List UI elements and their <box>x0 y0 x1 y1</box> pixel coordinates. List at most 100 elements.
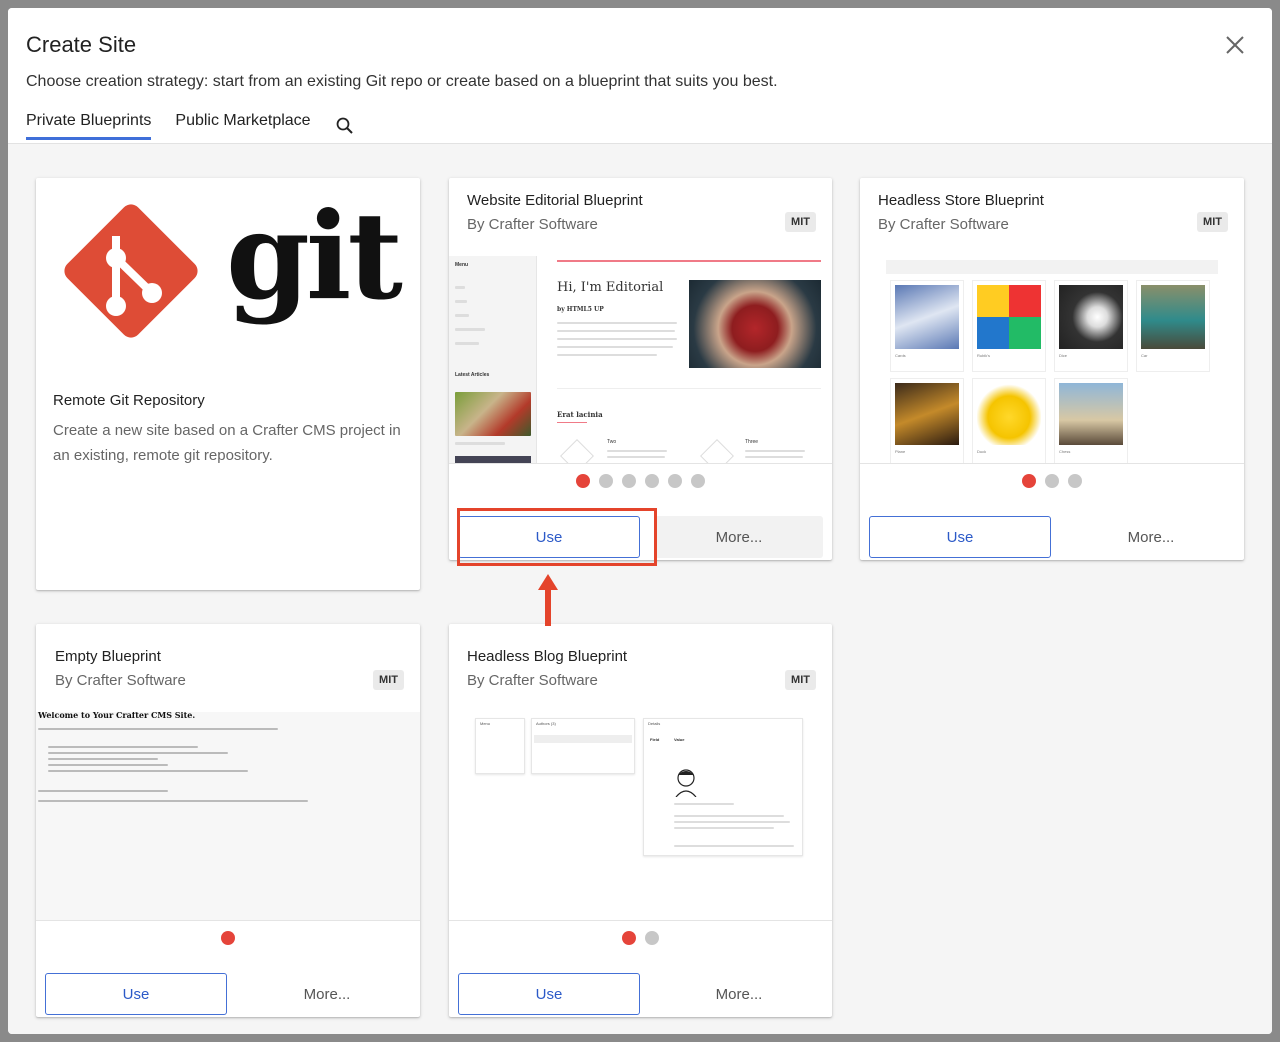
more-button[interactable]: More... <box>243 973 411 1015</box>
carousel-dots <box>860 474 1244 492</box>
preview-image: Menu Authors (3) Details Field Value <box>449 712 832 920</box>
carousel-dot[interactable] <box>645 474 659 488</box>
text-line <box>557 330 675 332</box>
preview-divider <box>557 388 821 389</box>
preview-panel-right: Details Field Value <box>643 718 803 856</box>
product-caption: Dice <box>1059 353 1068 358</box>
preview-toolbar <box>886 260 1218 274</box>
more-button[interactable]: More... <box>1067 516 1235 558</box>
car-image <box>1141 285 1205 349</box>
use-button[interactable]: Use <box>45 973 227 1015</box>
dice-image <box>1059 285 1123 349</box>
text-line <box>674 803 734 805</box>
preview-menu-label: Menu <box>455 262 469 268</box>
preview-panel-mid: Authors (3) <box>531 718 635 774</box>
product-caption: Chess <box>1059 449 1071 454</box>
carousel-dot[interactable] <box>1068 474 1082 488</box>
carousel-dots <box>449 931 832 949</box>
carousel-dot[interactable] <box>221 931 235 945</box>
preview-col-two: Two <box>607 439 617 445</box>
text-line <box>48 770 248 772</box>
carousel-dot[interactable] <box>599 474 613 488</box>
dialog-title: Create Site <box>26 32 137 57</box>
preview-top-rule <box>557 260 821 262</box>
more-button[interactable]: More... <box>655 973 823 1015</box>
carousel-dot[interactable] <box>1022 474 1036 488</box>
menu-line <box>455 314 469 317</box>
carousel-dot[interactable] <box>622 474 636 488</box>
text-line <box>674 827 774 829</box>
text-line <box>48 752 228 754</box>
card-description: Create a new site based on a Crafter CMS… <box>53 422 401 464</box>
carousel-dot[interactable] <box>576 474 590 488</box>
text-line <box>674 821 790 823</box>
dialog-header: Create Site Choose creation strategy: st… <box>8 8 1272 144</box>
carousel-dot[interactable] <box>622 931 636 945</box>
avatar-icon <box>675 769 697 797</box>
use-button[interactable]: Use <box>869 516 1051 558</box>
text-line <box>38 790 168 792</box>
text-line <box>48 764 168 766</box>
card-remote-git[interactable]: git Remote Git Repository Create a new s… <box>36 178 420 590</box>
card-title: Headless Store Blueprint <box>878 192 1044 209</box>
up-arrow-icon <box>538 574 558 626</box>
preview-food-image <box>455 392 531 436</box>
preview-image: Welcome to Your Crafter CMS Site. <box>36 712 420 920</box>
preview-divider <box>449 463 832 464</box>
card-headless-store: Headless Store Blueprint By Crafter Soft… <box>860 178 1244 560</box>
menu-line <box>455 328 485 331</box>
card-empty-blueprint: Empty Blueprint By Crafter Software MIT … <box>36 624 420 1017</box>
license-badge: MIT <box>785 212 816 232</box>
preview-sidebar: Menu Latest Articles <box>449 256 537 464</box>
text-line <box>38 800 308 802</box>
preview-heading: Welcome to Your Crafter CMS Site. <box>38 712 196 720</box>
text-line <box>557 354 657 356</box>
git-logo-icon <box>64 204 198 338</box>
carousel-dot[interactable] <box>668 474 682 488</box>
menu-line <box>455 300 467 303</box>
product-tile: Rubik's <box>972 280 1046 372</box>
close-icon[interactable] <box>1224 34 1246 56</box>
preview-byline: by HTML5 UP <box>557 306 604 313</box>
text-line <box>48 758 158 760</box>
caption-line <box>455 442 505 445</box>
rubiks-image <box>977 285 1041 349</box>
product-tile: Chess <box>1054 378 1128 464</box>
card-headless-blog: Headless Blog Blueprint By Crafter Softw… <box>449 624 832 1017</box>
license-badge: MIT <box>1197 212 1228 232</box>
text-line <box>607 450 667 452</box>
carousel-dot[interactable] <box>1045 474 1059 488</box>
create-site-dialog: Create Site Choose creation strategy: st… <box>8 8 1272 1034</box>
preview-divider <box>449 920 832 921</box>
carousel-dots <box>36 931 420 949</box>
highlight-box <box>457 508 657 566</box>
product-caption: Duck <box>977 449 987 454</box>
panel-label: Details <box>648 721 661 726</box>
text-line <box>674 815 784 817</box>
license-badge: MIT <box>373 670 404 690</box>
col-field: Field <box>650 737 660 742</box>
card-title: Remote Git Repository <box>53 392 205 409</box>
product-tile: Plane <box>890 378 964 464</box>
chess-image <box>1059 383 1123 445</box>
cards-image <box>895 285 959 349</box>
tab-public-marketplace[interactable]: Public Marketplace <box>175 112 310 138</box>
col-value: Value <box>674 737 685 742</box>
panel-label: Authors (3) <box>536 721 556 726</box>
git-wordmark: git <box>226 186 403 327</box>
product-caption: Plane <box>895 449 906 454</box>
tab-private-blueprints[interactable]: Private Blueprints <box>26 112 152 140</box>
use-button[interactable]: Use <box>458 973 640 1015</box>
search-icon[interactable] <box>335 116 355 136</box>
preview-latest-label: Latest Articles <box>455 372 490 378</box>
plane-image <box>895 383 959 445</box>
carousel-dot[interactable] <box>645 931 659 945</box>
text-line <box>745 456 803 458</box>
card-title: Empty Blueprint <box>55 648 161 665</box>
more-button[interactable]: More... <box>655 516 823 558</box>
text-line <box>557 346 673 348</box>
card-title: Website Editorial Blueprint <box>467 192 643 209</box>
menu-line <box>455 342 479 345</box>
carousel-dot[interactable] <box>691 474 705 488</box>
text-line <box>38 728 278 730</box>
